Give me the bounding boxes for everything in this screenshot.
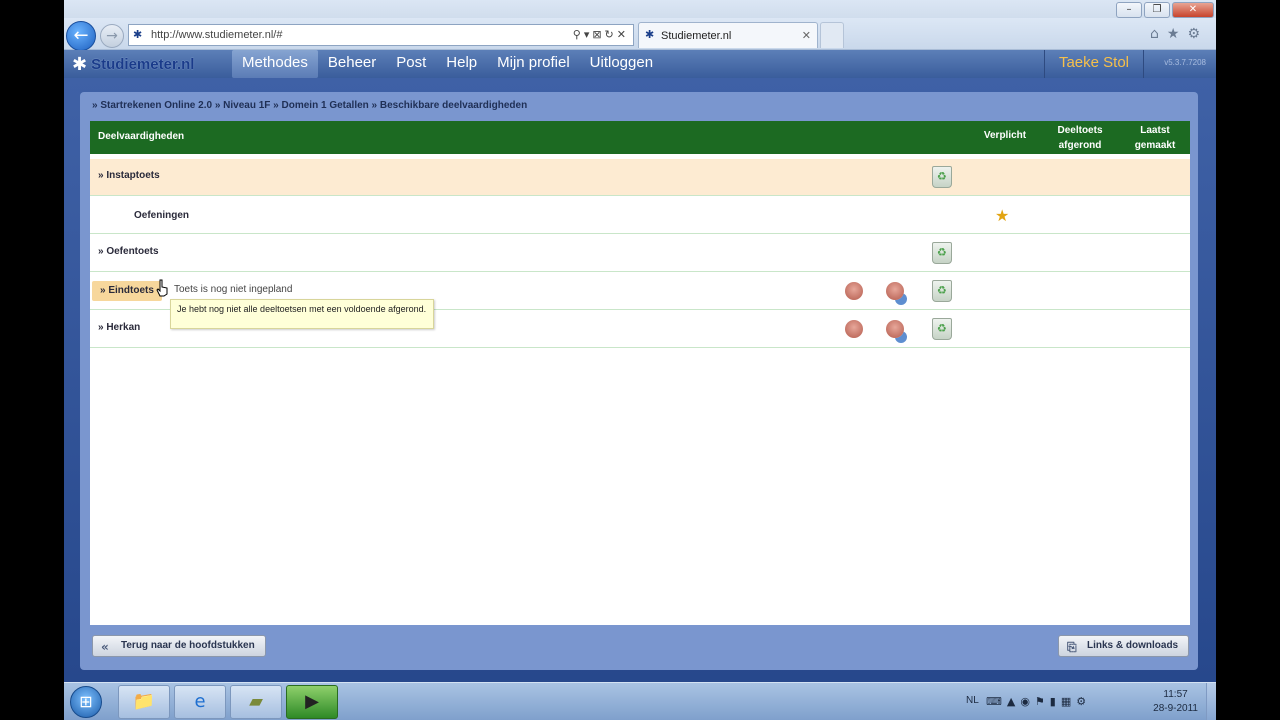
browser-tools: ⌂★⚙	[1150, 26, 1208, 42]
browser-tab[interactable]: ✱ Studiemeter.nl ✕	[638, 22, 818, 48]
row-label-oefentoets[interactable]: » Oefentoets	[98, 246, 159, 257]
language-indicator[interactable]: NL	[966, 695, 979, 706]
site-favicon-icon: ✱	[133, 28, 143, 41]
header-deeltoets-line2: afgerond	[1058, 140, 1102, 151]
row-label-instaptoets[interactable]: » Instaptoets	[98, 170, 160, 181]
eindtoets-status-note: Toets is nog niet ingepland	[174, 284, 293, 295]
student-schedule-icon[interactable]	[886, 282, 904, 300]
address-url[interactable]: http://www.studiemeter.nl/#	[151, 29, 282, 41]
student-icon[interactable]	[845, 320, 863, 338]
paperclip-icon: ⎘	[1067, 640, 1077, 654]
tab-favicon-icon: ✱	[645, 28, 655, 41]
start-button[interactable]: ⊞	[70, 686, 102, 718]
taskbar-explorer-button[interactable]: 📁	[118, 685, 170, 719]
table-header: Deelvaardigheden Verplicht Deeltoets afge…	[90, 121, 1190, 154]
back-to-chapters-label: Terug naar de hoofdstukken	[121, 640, 255, 651]
window-controls: – ❐ ✕	[1116, 2, 1214, 18]
row-label-herkansing[interactable]: » Herkan	[98, 322, 140, 333]
app-version: v5.3.7.7208	[1164, 58, 1206, 67]
site-header: ✱ Studiemeter.nl Methodes Beheer Post He…	[64, 50, 1216, 78]
home-icon[interactable]: ⌂	[1150, 26, 1167, 42]
video-camera-icon: ▶	[305, 691, 319, 712]
taskbar-ie-button[interactable]: e	[174, 685, 226, 719]
hand-cursor-icon	[156, 279, 168, 297]
table-row-oefeningen[interactable]: Oefeningen ★	[90, 197, 1190, 234]
row-label-oefeningen[interactable]: Oefeningen	[134, 210, 189, 221]
clock-date: 28-9-2011	[1153, 703, 1198, 714]
menu-item-beheer[interactable]: Beheer	[318, 50, 386, 78]
browser-navbar: ← → ✱ http://www.studiemeter.nl/# ⚲▾⊠↻✕ …	[64, 18, 1216, 51]
header-laatst-gemaakt: Laatst gemaakt	[1120, 123, 1190, 153]
brand-name: Studiemeter.nl	[91, 55, 195, 73]
logo-mark-icon: ✱	[72, 53, 88, 75]
breadcrumb[interactable]: » Startrekenen Online 2.0 » Niveau 1F » …	[92, 100, 527, 111]
main-menu: Methodes Beheer Post Help Mijn profiel U…	[232, 50, 663, 78]
recycle-bin-icon[interactable]	[932, 166, 952, 188]
menu-item-help[interactable]: Help	[436, 50, 487, 78]
taskbar-recorder-button[interactable]: ▶	[286, 685, 338, 719]
clock[interactable]: 11:57 28-9-2011	[1153, 688, 1198, 716]
recycle-bin-icon[interactable]	[932, 280, 952, 302]
table-row-instaptoets[interactable]: » Instaptoets	[90, 159, 1190, 196]
menu-item-mijn-profiel[interactable]: Mijn profiel	[487, 50, 580, 78]
row-label-eindtoets[interactable]: » Eindtoets	[92, 281, 162, 301]
menu-item-methodes[interactable]: Methodes	[232, 50, 318, 78]
maximize-button[interactable]: ❐	[1144, 2, 1170, 18]
tooltip: Je hebt nog niet alle deeltoetsen met ee…	[170, 299, 434, 329]
settings-gear-icon[interactable]: ⚙	[1187, 26, 1208, 42]
address-tools-icons[interactable]: ⚲▾⊠↻✕	[573, 28, 629, 41]
screen: – ❐ ✕ ← → ✱ http://www.studiemeter.nl/# …	[64, 0, 1216, 720]
star-icon: ★	[995, 206, 1010, 225]
tab-title: Studiemeter.nl	[661, 30, 732, 42]
forward-button[interactable]: →	[100, 24, 124, 48]
student-icon[interactable]	[845, 282, 863, 300]
header-deelvaardigheden: Deelvaardigheden	[98, 131, 185, 142]
recycle-bin-icon[interactable]	[932, 318, 952, 340]
links-downloads-label: Links & downloads	[1087, 640, 1179, 651]
header-laatst-line1: Laatst	[1140, 125, 1170, 136]
minimize-button[interactable]: –	[1116, 2, 1142, 18]
back-to-chapters-button[interactable]: « Terug naar de hoofdstukken	[92, 635, 266, 657]
student-schedule-icon[interactable]	[886, 320, 904, 338]
header-deeltoets-line1: Deeltoets	[1057, 125, 1103, 136]
tab-close-icon[interactable]: ✕	[802, 29, 811, 42]
notes-icon: ▰	[249, 691, 263, 712]
menu-item-post[interactable]: Post	[386, 50, 436, 78]
windows-taskbar: ⊞ 📁 e ▰ ▶ NL ⌨▲◉⚑▮▦⚙ 11:57 28-9-2011	[64, 682, 1216, 720]
favorites-star-icon[interactable]: ★	[1167, 26, 1188, 42]
folder-icon: 📁	[132, 691, 156, 712]
show-desktop-button[interactable]	[1206, 683, 1216, 720]
address-bar[interactable]: ✱ http://www.studiemeter.nl/# ⚲▾⊠↻✕	[128, 24, 634, 46]
internet-explorer-icon: e	[194, 691, 206, 712]
back-button[interactable]: ←	[66, 21, 96, 51]
close-window-button[interactable]: ✕	[1172, 2, 1214, 18]
header-deeltoets-afgerond: Deeltoets afgerond	[1045, 123, 1115, 153]
site-logo[interactable]: ✱ Studiemeter.nl	[72, 52, 194, 76]
table-row-oefentoets[interactable]: » Oefentoets	[90, 235, 1190, 272]
taskbar-notes-button[interactable]: ▰	[230, 685, 282, 719]
window-titlebar: – ❐ ✕	[64, 0, 1216, 20]
header-verplicht: Verplicht	[983, 130, 1027, 141]
system-tray: NL ⌨▲◉⚑▮▦⚙ 11:57 28-9-2011	[966, 683, 1216, 720]
header-laatst-line2: gemaakt	[1134, 140, 1176, 151]
user-name[interactable]: Taeke Stol	[1044, 50, 1144, 78]
new-tab-button[interactable]	[820, 22, 844, 48]
recycle-bin-icon[interactable]	[932, 242, 952, 264]
links-downloads-button[interactable]: ⎘ Links & downloads	[1058, 635, 1190, 657]
clock-time: 11:57	[1163, 689, 1188, 700]
menu-item-uitloggen[interactable]: Uitloggen	[580, 50, 663, 78]
back-arrows-icon: «	[101, 640, 109, 654]
deelvaardigheden-table: Deelvaardigheden Verplicht Deeltoets afge…	[90, 121, 1190, 625]
tray-icons[interactable]: ⌨▲◉⚑▮▦⚙	[986, 695, 1091, 708]
